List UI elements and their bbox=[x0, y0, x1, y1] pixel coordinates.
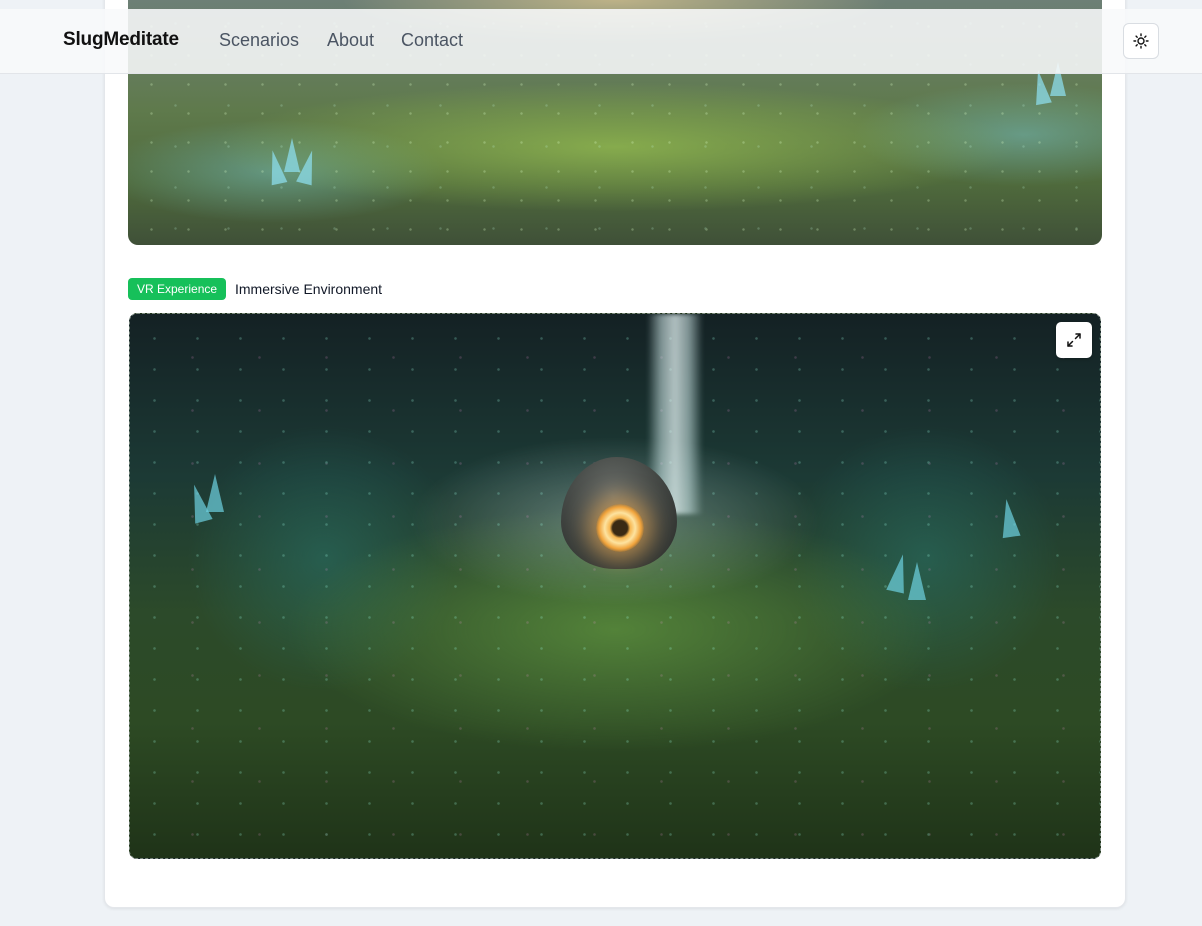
nav-link-scenarios[interactable]: Scenarios bbox=[219, 30, 299, 51]
expand-icon bbox=[1067, 333, 1081, 347]
vr-experience-badge: VR Experience bbox=[128, 278, 227, 300]
nav-link-about[interactable]: About bbox=[327, 30, 374, 51]
nav-link-contact[interactable]: Contact bbox=[401, 30, 463, 51]
theme-toggle-button[interactable] bbox=[1123, 23, 1159, 59]
vr-viewer[interactable] bbox=[129, 313, 1101, 859]
brand-logo[interactable]: SlugMeditate bbox=[63, 29, 179, 51]
sun-icon bbox=[1133, 33, 1149, 49]
top-navbar: SlugMeditate Scenarios About Contact bbox=[0, 9, 1202, 74]
glowing-portal-graphic bbox=[596, 504, 644, 552]
fullscreen-button[interactable] bbox=[1056, 322, 1092, 358]
environment-caption: Immersive Environment bbox=[235, 281, 383, 297]
